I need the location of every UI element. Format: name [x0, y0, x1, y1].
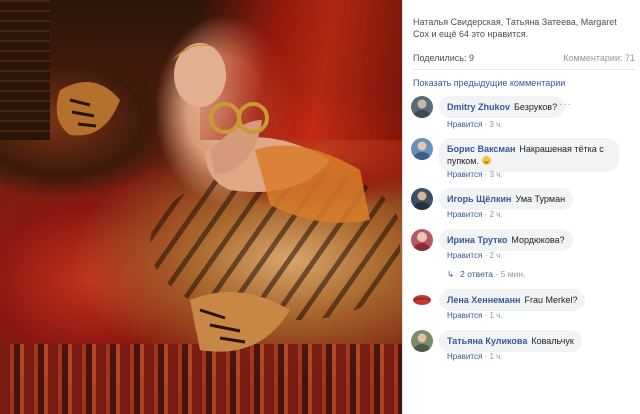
comment-text: Ковальчук [531, 336, 574, 346]
comment-time[interactable]: 1 ч. [489, 352, 502, 361]
separator: · [484, 170, 488, 179]
comment: Лена Хеннеманн Frau Merkel? Нравится · 1 … [411, 289, 639, 325]
like-link[interactable]: Нравится [447, 170, 482, 179]
avatar[interactable] [411, 188, 433, 210]
avatar[interactable] [411, 330, 433, 352]
comment-time[interactable]: 3 ч. [489, 170, 502, 179]
separator: · [484, 311, 488, 320]
separator: · [484, 120, 488, 129]
show-previous-comments-link[interactable]: Показать предыдущие комментарии [413, 78, 565, 88]
like-link[interactable]: Нравится [447, 251, 482, 260]
comment-text: Мордюкова? [511, 235, 565, 245]
comment-bubble: Ирина Трутко Мордюкова? [439, 229, 573, 251]
comment: Татьяна Куликова Ковальчук Нравится · 1 ч… [411, 330, 639, 366]
comment-time[interactable]: 3 ч. [489, 120, 502, 129]
separator: · [484, 251, 488, 260]
comment: Dmitry Zhukov Безруков? ··· Нравится · 3 … [411, 96, 639, 132]
comment-author[interactable]: Dmitry Zhukov [447, 102, 510, 112]
replies-time: 5 мин. [500, 269, 526, 279]
comment-text: Frau Merkel? [524, 295, 578, 305]
comment-text: Ума Турман [515, 194, 566, 204]
comment-author[interactable]: Игорь Щёлкин [447, 194, 512, 204]
comments-count[interactable]: Комментарии: 71 [563, 53, 635, 63]
comment-bubble: Dmitry Zhukov Безруков? [439, 96, 566, 118]
separator: · [484, 210, 488, 219]
like-link[interactable]: Нравится [447, 352, 482, 361]
comment-bubble: Татьяна Куликова Ковальчук [439, 330, 582, 352]
comment-meta: Нравится · 1 ч. [447, 311, 503, 320]
comment-meta: Нравится · 2 ч. [447, 210, 503, 219]
comment-author[interactable]: Лена Хеннеманн [447, 295, 520, 305]
avatar[interactable] [411, 96, 433, 118]
post-photo[interactable] [0, 0, 402, 414]
photo-figure [56, 43, 370, 352]
smile-emoji-icon [481, 156, 491, 165]
comment-meta: Нравится · 1 ч. [447, 352, 503, 361]
like-link[interactable]: Нравится [447, 311, 482, 320]
comment-author[interactable]: Борис Ваксман [447, 144, 515, 154]
comment: Борис Ваксман Накрашеная тётка с пупком. … [411, 138, 639, 184]
comment: Игорь Щёлкин Ума Турман Нравится · 2 ч. [411, 188, 639, 224]
comment-author[interactable]: Ирина Трутко [447, 235, 507, 245]
separator: · [495, 269, 499, 279]
likes-summary[interactable]: Наталья Свидерская, Татьяна Затеева, Mar… [413, 16, 635, 40]
shares-count[interactable]: Поделились: 9 [413, 53, 474, 63]
comment-bubble: Борис Ваксман Накрашеная тётка с пупком. [439, 138, 619, 172]
comment-bubble: Лена Хеннеманн Frau Merkel? [439, 289, 586, 311]
avatar[interactable] [411, 229, 433, 251]
comment-time[interactable]: 2 ч. [489, 251, 502, 260]
comment-bubble: Игорь Щёлкин Ума Турман [439, 188, 574, 210]
comments-pane: Наталья Свидерская, Татьяна Затеева, Mar… [402, 0, 640, 414]
comment-meta: Нравится · 3 ч. [447, 120, 503, 129]
comment-time[interactable]: 2 ч. [489, 210, 502, 219]
replies-count[interactable]: 2 ответа [460, 269, 493, 279]
view-replies-link[interactable]: ↳ 2 ответа · 5 мин. [447, 269, 525, 280]
comment-meta: Нравится · 3 ч. [447, 170, 503, 179]
separator: · [484, 352, 488, 361]
comment-text: Безруков? [514, 102, 558, 112]
like-link[interactable]: Нравится [447, 120, 482, 129]
comment-meta: Нравится · 2 ч. [447, 251, 503, 260]
avatar[interactable] [411, 289, 433, 311]
avatar[interactable] [411, 138, 433, 160]
comment-author[interactable]: Татьяна Куликова [447, 336, 527, 346]
comment-options-icon[interactable]: ··· [559, 99, 572, 110]
comment-time[interactable]: 1 ч. [489, 311, 502, 320]
comment: Ирина Трутко Мордюкова? Нравится · 2 ч. ↳… [411, 229, 639, 285]
reply-arrow-icon: ↳ [447, 269, 455, 279]
post-stats: Поделились: 9 Комментарии: 71 [413, 50, 635, 70]
like-link[interactable]: Нравится [447, 210, 482, 219]
